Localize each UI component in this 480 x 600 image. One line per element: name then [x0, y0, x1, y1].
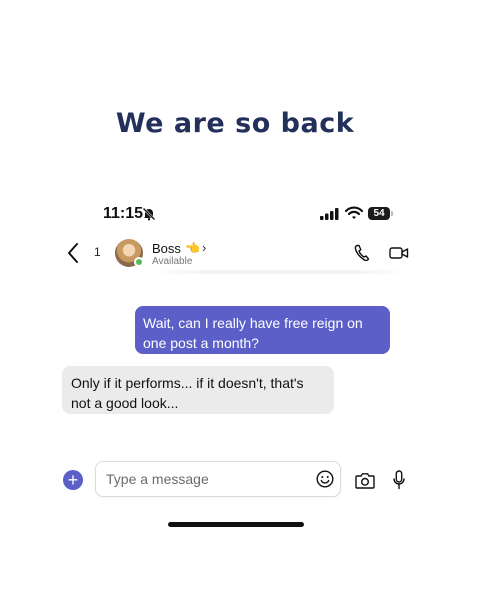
emoji-icon[interactable] [316, 470, 334, 488]
home-indicator[interactable] [168, 522, 304, 527]
battery-nub [391, 211, 393, 216]
video-call-icon[interactable] [389, 246, 409, 260]
add-attachment-button[interactable]: + [63, 470, 83, 490]
presence-available-icon [134, 257, 144, 267]
header-divider [150, 270, 410, 274]
contact-status: Available [152, 256, 193, 267]
bell-off-icon [142, 207, 156, 221]
message-outgoing[interactable]: Wait, can I really have free reign on on… [135, 306, 390, 354]
contact-name-emoji: 👈 [185, 241, 200, 255]
phone-call-icon[interactable] [354, 244, 370, 262]
contact-chevron-icon[interactable]: › [202, 240, 206, 255]
contact-name[interactable]: Boss [152, 241, 181, 256]
headline: We are so back [115, 108, 355, 139]
wifi-icon [345, 206, 363, 219]
compose-box [95, 461, 341, 497]
camera-icon[interactable] [355, 472, 375, 489]
status-time: 11:15 [103, 205, 144, 222]
battery-icon: 54 [368, 207, 390, 220]
message-incoming[interactable]: Only if it performs... if it doesn't, th… [62, 366, 334, 414]
back-count[interactable]: 1 [94, 245, 101, 259]
microphone-icon[interactable] [393, 470, 405, 490]
back-chevron-icon[interactable] [66, 242, 80, 264]
message-input[interactable] [106, 468, 296, 490]
signal-icon [320, 208, 339, 220]
